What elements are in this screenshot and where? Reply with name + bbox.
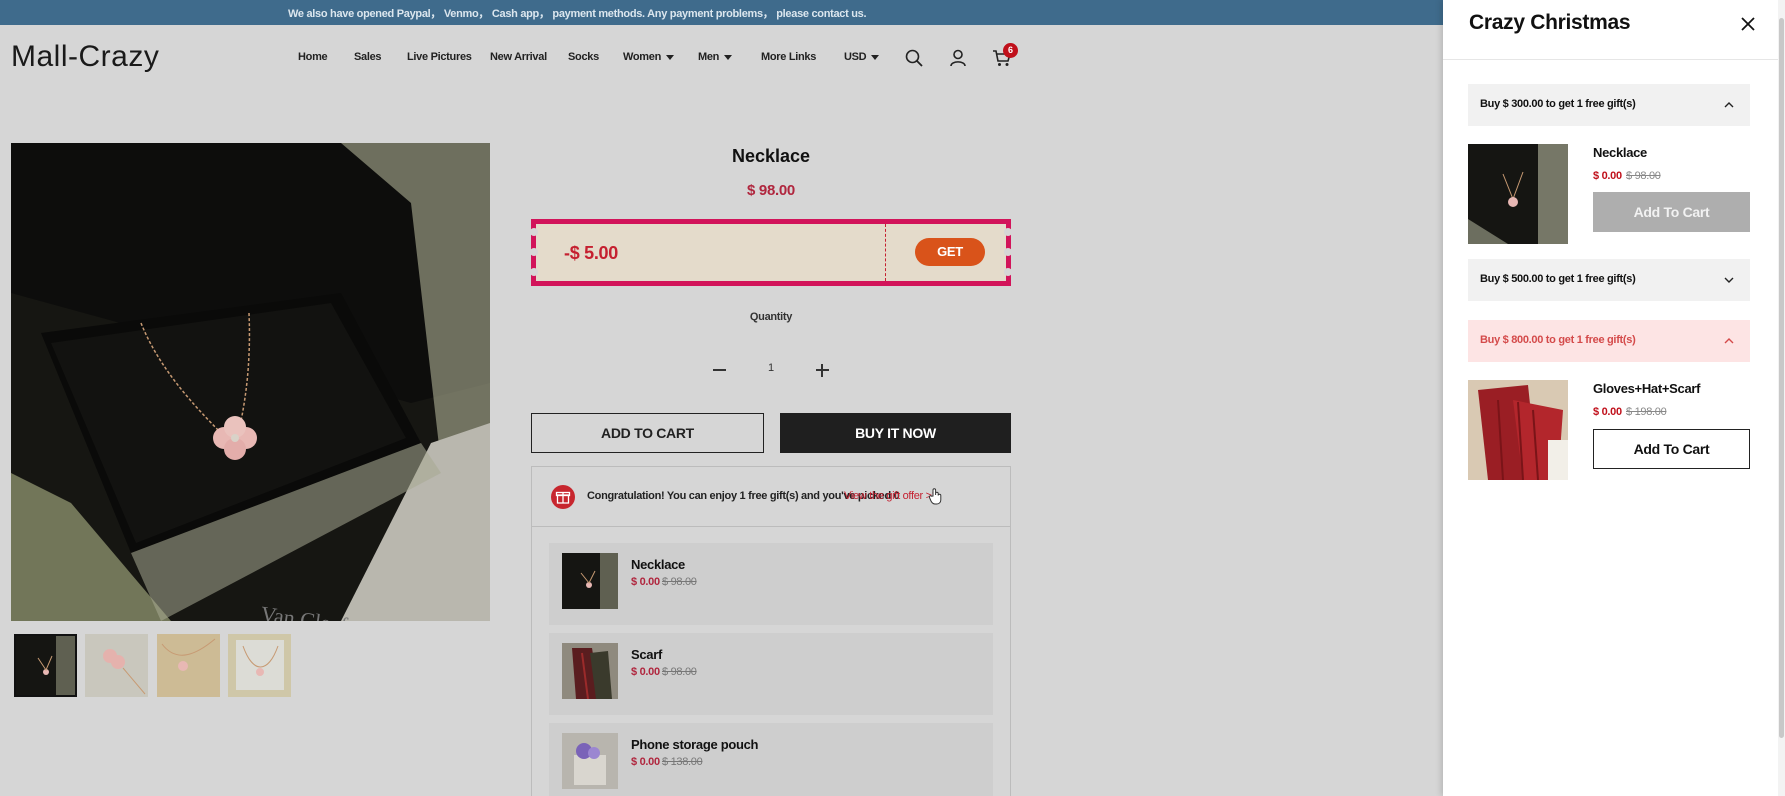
tier-label: Buy $ 300.00 to get 1 free gift(s) — [1480, 98, 1636, 110]
gift-item-image — [562, 733, 618, 789]
quantity-input[interactable]: 1 — [765, 362, 777, 374]
coupon-notch — [1004, 268, 1012, 276]
gift-item[interactable]: Necklace $ 0.00 $ 98.00 — [549, 543, 993, 625]
drawer-item-price: $ 0.00 — [1593, 170, 1622, 182]
gift-item-name: Phone storage pouch — [631, 737, 759, 752]
coupon-divider — [885, 224, 886, 281]
gift-icon — [551, 485, 575, 509]
product-price: $ 98.00 — [747, 182, 795, 199]
quantity-decrease-button[interactable] — [713, 369, 726, 371]
drawer-item-original-price: $ 98.00 — [1626, 170, 1661, 182]
coupon-get-button[interactable]: GET — [915, 238, 985, 266]
drawer-item-name: Necklace — [1593, 145, 1647, 160]
coupon-notch — [1004, 228, 1012, 236]
product-thumbnail-4[interactable] — [228, 634, 291, 697]
storefront-page: We also have opened Paypal， Venmo， Cash … — [0, 0, 1443, 796]
nav-men[interactable]: Men — [698, 51, 733, 63]
gift-item-price: $ 0.00 — [631, 756, 660, 768]
site-logo[interactable]: Mall-Crazy — [11, 40, 159, 74]
view-gift-offer-link[interactable]: View the gift offer >> — [844, 490, 938, 502]
product-main-image[interactable]: Van Cleef — [11, 143, 490, 621]
coupon-card: -$ 5.00 GET — [530, 219, 1012, 286]
product-title: Necklace — [731, 146, 811, 166]
coupon-notch — [1004, 248, 1012, 256]
thumbnail-image — [228, 634, 291, 697]
drawer-add-to-cart-button[interactable]: Add To Cart — [1593, 429, 1750, 469]
nav-socks[interactable]: Socks — [568, 51, 599, 63]
thumbnail-image — [16, 636, 75, 695]
search-icon[interactable] — [904, 48, 924, 68]
gift-item-original-price: $ 138.00 — [662, 756, 703, 768]
thumbnail-image — [85, 634, 148, 697]
account-icon[interactable] — [948, 48, 968, 68]
nav-sales[interactable]: Sales — [354, 51, 382, 63]
cart-count-badge: 6 — [1003, 43, 1018, 58]
chevron-down-icon — [871, 54, 880, 60]
tier-label: Buy $ 500.00 to get 1 free gift(s) — [1480, 273, 1636, 285]
coupon-amount: -$ 5.00 — [564, 243, 618, 263]
tier-300-header[interactable]: Buy $ 300.00 to get 1 free gift(s) — [1468, 84, 1750, 126]
necklace-photo: Van Cleef — [11, 143, 490, 621]
nav-new-arrival[interactable]: New Arrival — [490, 51, 547, 63]
currency-label: USD — [844, 51, 867, 63]
product-thumbnail-2[interactable] — [85, 634, 148, 697]
gift-item-image — [562, 553, 618, 609]
nav-more-links[interactable]: More Links — [761, 51, 816, 63]
coupon-notch — [530, 228, 538, 236]
chevron-down-icon — [724, 54, 733, 60]
quantity-label: Quantity — [749, 311, 793, 323]
gift-item-name: Necklace — [631, 557, 685, 572]
nav-live-pictures[interactable]: Live Pictures — [407, 51, 472, 63]
tier-500-header[interactable]: Buy $ 500.00 to get 1 free gift(s) — [1468, 259, 1750, 301]
drawer-item-image — [1468, 380, 1568, 480]
chevron-down-icon — [1724, 277, 1734, 283]
chevron-down-icon — [666, 54, 675, 60]
drawer-item-name: Gloves+Hat+Scarf — [1593, 381, 1701, 396]
gift-item[interactable]: Scarf $ 0.00 $ 98.00 — [549, 633, 993, 715]
chevron-up-icon — [1724, 338, 1734, 344]
buy-now-button[interactable]: BUY IT NOW — [780, 413, 1011, 453]
gift-item-name: Scarf — [631, 647, 663, 662]
scrollbar-thumb[interactable] — [1779, 18, 1784, 738]
gift-item-price: $ 0.00 — [631, 576, 660, 588]
drawer-item-original-price: $ 198.00 — [1626, 406, 1667, 418]
gift-item-price: $ 0.00 — [631, 666, 660, 678]
drawer-item-image — [1468, 144, 1568, 244]
announcement-text: We also have opened Paypal， Venmo， Cash … — [288, 8, 867, 20]
close-icon[interactable] — [1738, 14, 1758, 34]
gift-item-image — [562, 643, 618, 699]
tier-800-header[interactable]: Buy $ 800.00 to get 1 free gift(s) — [1468, 320, 1750, 362]
coupon-notch — [530, 248, 538, 256]
drawer-divider — [1443, 59, 1785, 60]
coupon-notch — [530, 268, 538, 276]
gift-item[interactable]: Phone storage pouch $ 0.00 $ 138.00 — [549, 723, 993, 796]
nav-women-label: Women — [623, 51, 662, 63]
gift-item-original-price: $ 98.00 — [662, 666, 697, 678]
add-to-cart-button[interactable]: ADD TO CART — [531, 413, 764, 453]
gift-offer-panel: Congratulation! You can enjoy 1 free gif… — [531, 466, 1011, 796]
drawer-item-price: $ 0.00 — [1593, 406, 1622, 418]
chevron-up-icon — [1724, 102, 1734, 108]
drawer-add-to-cart-button[interactable]: Add To Cart — [1593, 192, 1750, 232]
gift-item-original-price: $ 98.00 — [662, 576, 697, 588]
announcement-bar: We also have opened Paypal， Venmo， Cash … — [0, 0, 1443, 25]
product-thumbnail-1[interactable] — [14, 634, 77, 697]
gift-offer-header: Congratulation! You can enjoy 1 free gif… — [532, 467, 1010, 527]
thumbnail-image — [157, 634, 220, 697]
gift-drawer: Crazy Christmas Buy $ 300.00 to get 1 fr… — [1443, 0, 1785, 796]
drawer-title: Crazy Christmas — [1469, 11, 1631, 34]
nav-women[interactable]: Women — [623, 51, 675, 63]
nav-home[interactable]: Home — [298, 51, 328, 63]
product-thumbnail-3[interactable] — [157, 634, 220, 697]
plus-icon[interactable] — [821, 364, 823, 377]
tier-label: Buy $ 800.00 to get 1 free gift(s) — [1480, 334, 1636, 346]
hand-pointer-icon — [928, 488, 942, 505]
nav-men-label: Men — [698, 51, 720, 63]
currency-selector[interactable]: USD — [844, 51, 880, 63]
